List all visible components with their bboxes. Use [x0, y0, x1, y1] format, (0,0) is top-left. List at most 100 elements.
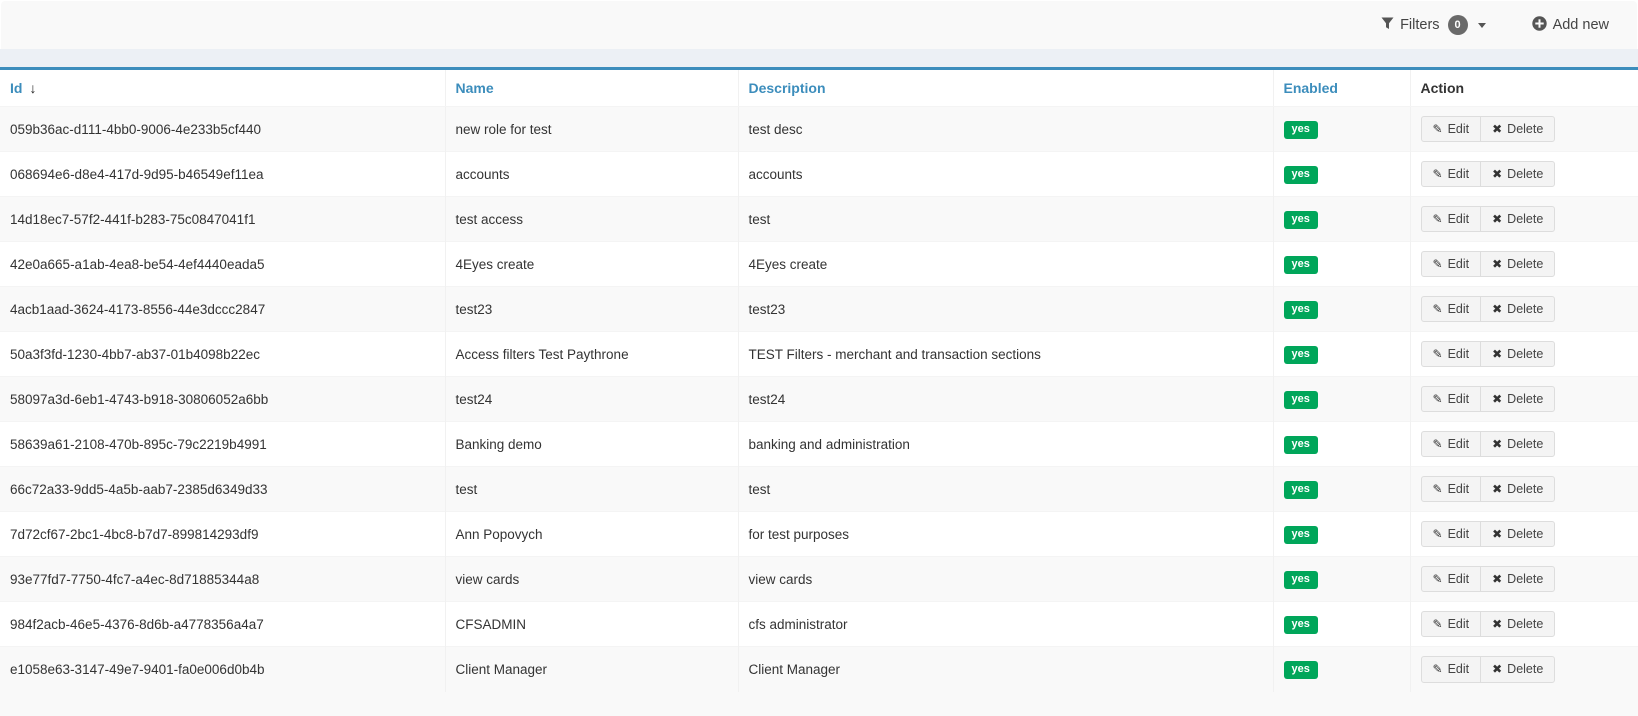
x-icon: ✖ — [1492, 393, 1502, 405]
x-icon: ✖ — [1492, 303, 1502, 315]
edit-button[interactable]: ✎ Edit — [1421, 161, 1482, 188]
delete-button[interactable]: ✖ Delete — [1480, 341, 1555, 368]
delete-button[interactable]: ✖ Delete — [1480, 476, 1555, 503]
delete-button[interactable]: ✖ Delete — [1480, 521, 1555, 548]
roles-table: Id↓ Name Description Enabled Action 059b… — [0, 70, 1638, 692]
cell-name: test24 — [445, 377, 738, 422]
pencil-icon: ✎ — [1433, 483, 1443, 495]
table-row: 14d18ec7-57f2-441f-b283-75c0847041f1 tes… — [0, 197, 1638, 242]
cell-description: test — [738, 467, 1273, 512]
pencil-icon: ✎ — [1433, 213, 1443, 225]
edit-button[interactable]: ✎ Edit — [1421, 476, 1482, 503]
edit-button[interactable]: ✎ Edit — [1421, 341, 1482, 368]
pencil-icon: ✎ — [1433, 258, 1443, 270]
cell-id: 7d72cf67-2bc1-4bc8-b7d7-899814293df9 — [0, 512, 445, 557]
x-icon: ✖ — [1492, 663, 1502, 675]
table-row: 4acb1aad-3624-4173-8556-44e3dccc2847 tes… — [0, 287, 1638, 332]
delete-button[interactable]: ✖ Delete — [1480, 386, 1555, 413]
enabled-badge: yes — [1284, 121, 1318, 139]
sort-desc-arrow-icon: ↓ — [29, 80, 36, 96]
pencil-icon: ✎ — [1433, 573, 1443, 585]
delete-button[interactable]: ✖ Delete — [1480, 566, 1555, 593]
column-header-enabled[interactable]: Enabled — [1273, 70, 1410, 107]
edit-button[interactable]: ✎ Edit — [1421, 611, 1482, 638]
enabled-badge: yes — [1284, 661, 1318, 679]
x-icon: ✖ — [1492, 438, 1502, 450]
cell-description: test24 — [738, 377, 1273, 422]
x-icon: ✖ — [1492, 258, 1502, 270]
edit-button[interactable]: ✎ Edit — [1421, 386, 1482, 413]
action-button-group: ✎ Edit ✖ Delete — [1421, 611, 1556, 638]
cell-id: 4acb1aad-3624-4173-8556-44e3dccc2847 — [0, 287, 445, 332]
cell-name: accounts — [445, 152, 738, 197]
cell-enabled: yes — [1273, 152, 1410, 197]
cell-action: ✎ Edit ✖ Delete — [1410, 332, 1638, 377]
delete-button[interactable]: ✖ Delete — [1480, 296, 1555, 323]
table-row: e1058e63-3147-49e7-9401-fa0e006d0b4b Cli… — [0, 647, 1638, 692]
edit-button[interactable]: ✎ Edit — [1421, 206, 1482, 233]
cell-description: view cards — [738, 557, 1273, 602]
add-new-label: Add new — [1553, 17, 1609, 33]
action-button-group: ✎ Edit ✖ Delete — [1421, 521, 1556, 548]
cell-action: ✎ Edit ✖ Delete — [1410, 512, 1638, 557]
table-row: 58639a61-2108-470b-895c-79c2219b4991 Ban… — [0, 422, 1638, 467]
cell-name: 4Eyes create — [445, 242, 738, 287]
action-button-group: ✎ Edit ✖ Delete — [1421, 341, 1556, 368]
pencil-icon: ✎ — [1433, 303, 1443, 315]
cell-enabled: yes — [1273, 332, 1410, 377]
cell-enabled: yes — [1273, 197, 1410, 242]
pencil-icon: ✎ — [1433, 348, 1443, 360]
cell-name: Access filters Test Paythrone — [445, 332, 738, 377]
edit-button[interactable]: ✎ Edit — [1421, 521, 1482, 548]
edit-button[interactable]: ✎ Edit — [1421, 296, 1482, 323]
enabled-badge: yes — [1284, 166, 1318, 184]
delete-button[interactable]: ✖ Delete — [1480, 611, 1555, 638]
x-icon: ✖ — [1492, 618, 1502, 630]
pencil-icon: ✎ — [1433, 618, 1443, 630]
delete-button[interactable]: ✖ Delete — [1480, 251, 1555, 278]
table-bottom-fill — [0, 692, 1638, 716]
table-row: 7d72cf67-2bc1-4bc8-b7d7-899814293df9 Ann… — [0, 512, 1638, 557]
column-header-id[interactable]: Id↓ — [0, 70, 445, 107]
cell-name: Banking demo — [445, 422, 738, 467]
cell-id: 068694e6-d8e4-417d-9d95-b46549ef11ea — [0, 152, 445, 197]
delete-button[interactable]: ✖ Delete — [1480, 656, 1555, 683]
cell-id: 42e0a665-a1ab-4ea8-be54-4ef4440eada5 — [0, 242, 445, 287]
cell-action: ✎ Edit ✖ Delete — [1410, 287, 1638, 332]
pencil-icon: ✎ — [1433, 168, 1443, 180]
filters-button[interactable]: Filters 0 — [1381, 15, 1485, 35]
cell-enabled: yes — [1273, 602, 1410, 647]
x-icon: ✖ — [1492, 123, 1502, 135]
cell-action: ✎ Edit ✖ Delete — [1410, 242, 1638, 287]
cell-enabled: yes — [1273, 107, 1410, 152]
edit-button[interactable]: ✎ Edit — [1421, 566, 1482, 593]
edit-button[interactable]: ✎ Edit — [1421, 116, 1482, 143]
edit-button[interactable]: ✎ Edit — [1421, 431, 1482, 458]
cell-enabled: yes — [1273, 557, 1410, 602]
pencil-icon: ✎ — [1433, 393, 1443, 405]
cell-name: Client Manager — [445, 647, 738, 692]
enabled-badge: yes — [1284, 436, 1318, 454]
add-new-button[interactable]: Add new — [1532, 16, 1609, 35]
enabled-badge: yes — [1284, 526, 1318, 544]
enabled-badge: yes — [1284, 616, 1318, 634]
edit-button[interactable]: ✎ Edit — [1421, 656, 1482, 683]
pencil-icon: ✎ — [1433, 123, 1443, 135]
action-button-group: ✎ Edit ✖ Delete — [1421, 386, 1556, 413]
x-icon: ✖ — [1492, 168, 1502, 180]
cell-enabled: yes — [1273, 467, 1410, 512]
cell-action: ✎ Edit ✖ Delete — [1410, 602, 1638, 647]
delete-button[interactable]: ✖ Delete — [1480, 431, 1555, 458]
delete-button[interactable]: ✖ Delete — [1480, 161, 1555, 188]
edit-button[interactable]: ✎ Edit — [1421, 251, 1482, 278]
column-header-name[interactable]: Name — [445, 70, 738, 107]
delete-button[interactable]: ✖ Delete — [1480, 206, 1555, 233]
delete-button[interactable]: ✖ Delete — [1480, 116, 1555, 143]
column-header-description[interactable]: Description — [738, 70, 1273, 107]
table-row: 50a3f3fd-1230-4bb7-ab37-01b4098b22ec Acc… — [0, 332, 1638, 377]
cell-action: ✎ Edit ✖ Delete — [1410, 152, 1638, 197]
cell-description: test desc — [738, 107, 1273, 152]
enabled-badge: yes — [1284, 301, 1318, 319]
cell-description: Client Manager — [738, 647, 1273, 692]
action-button-group: ✎ Edit ✖ Delete — [1421, 656, 1556, 683]
